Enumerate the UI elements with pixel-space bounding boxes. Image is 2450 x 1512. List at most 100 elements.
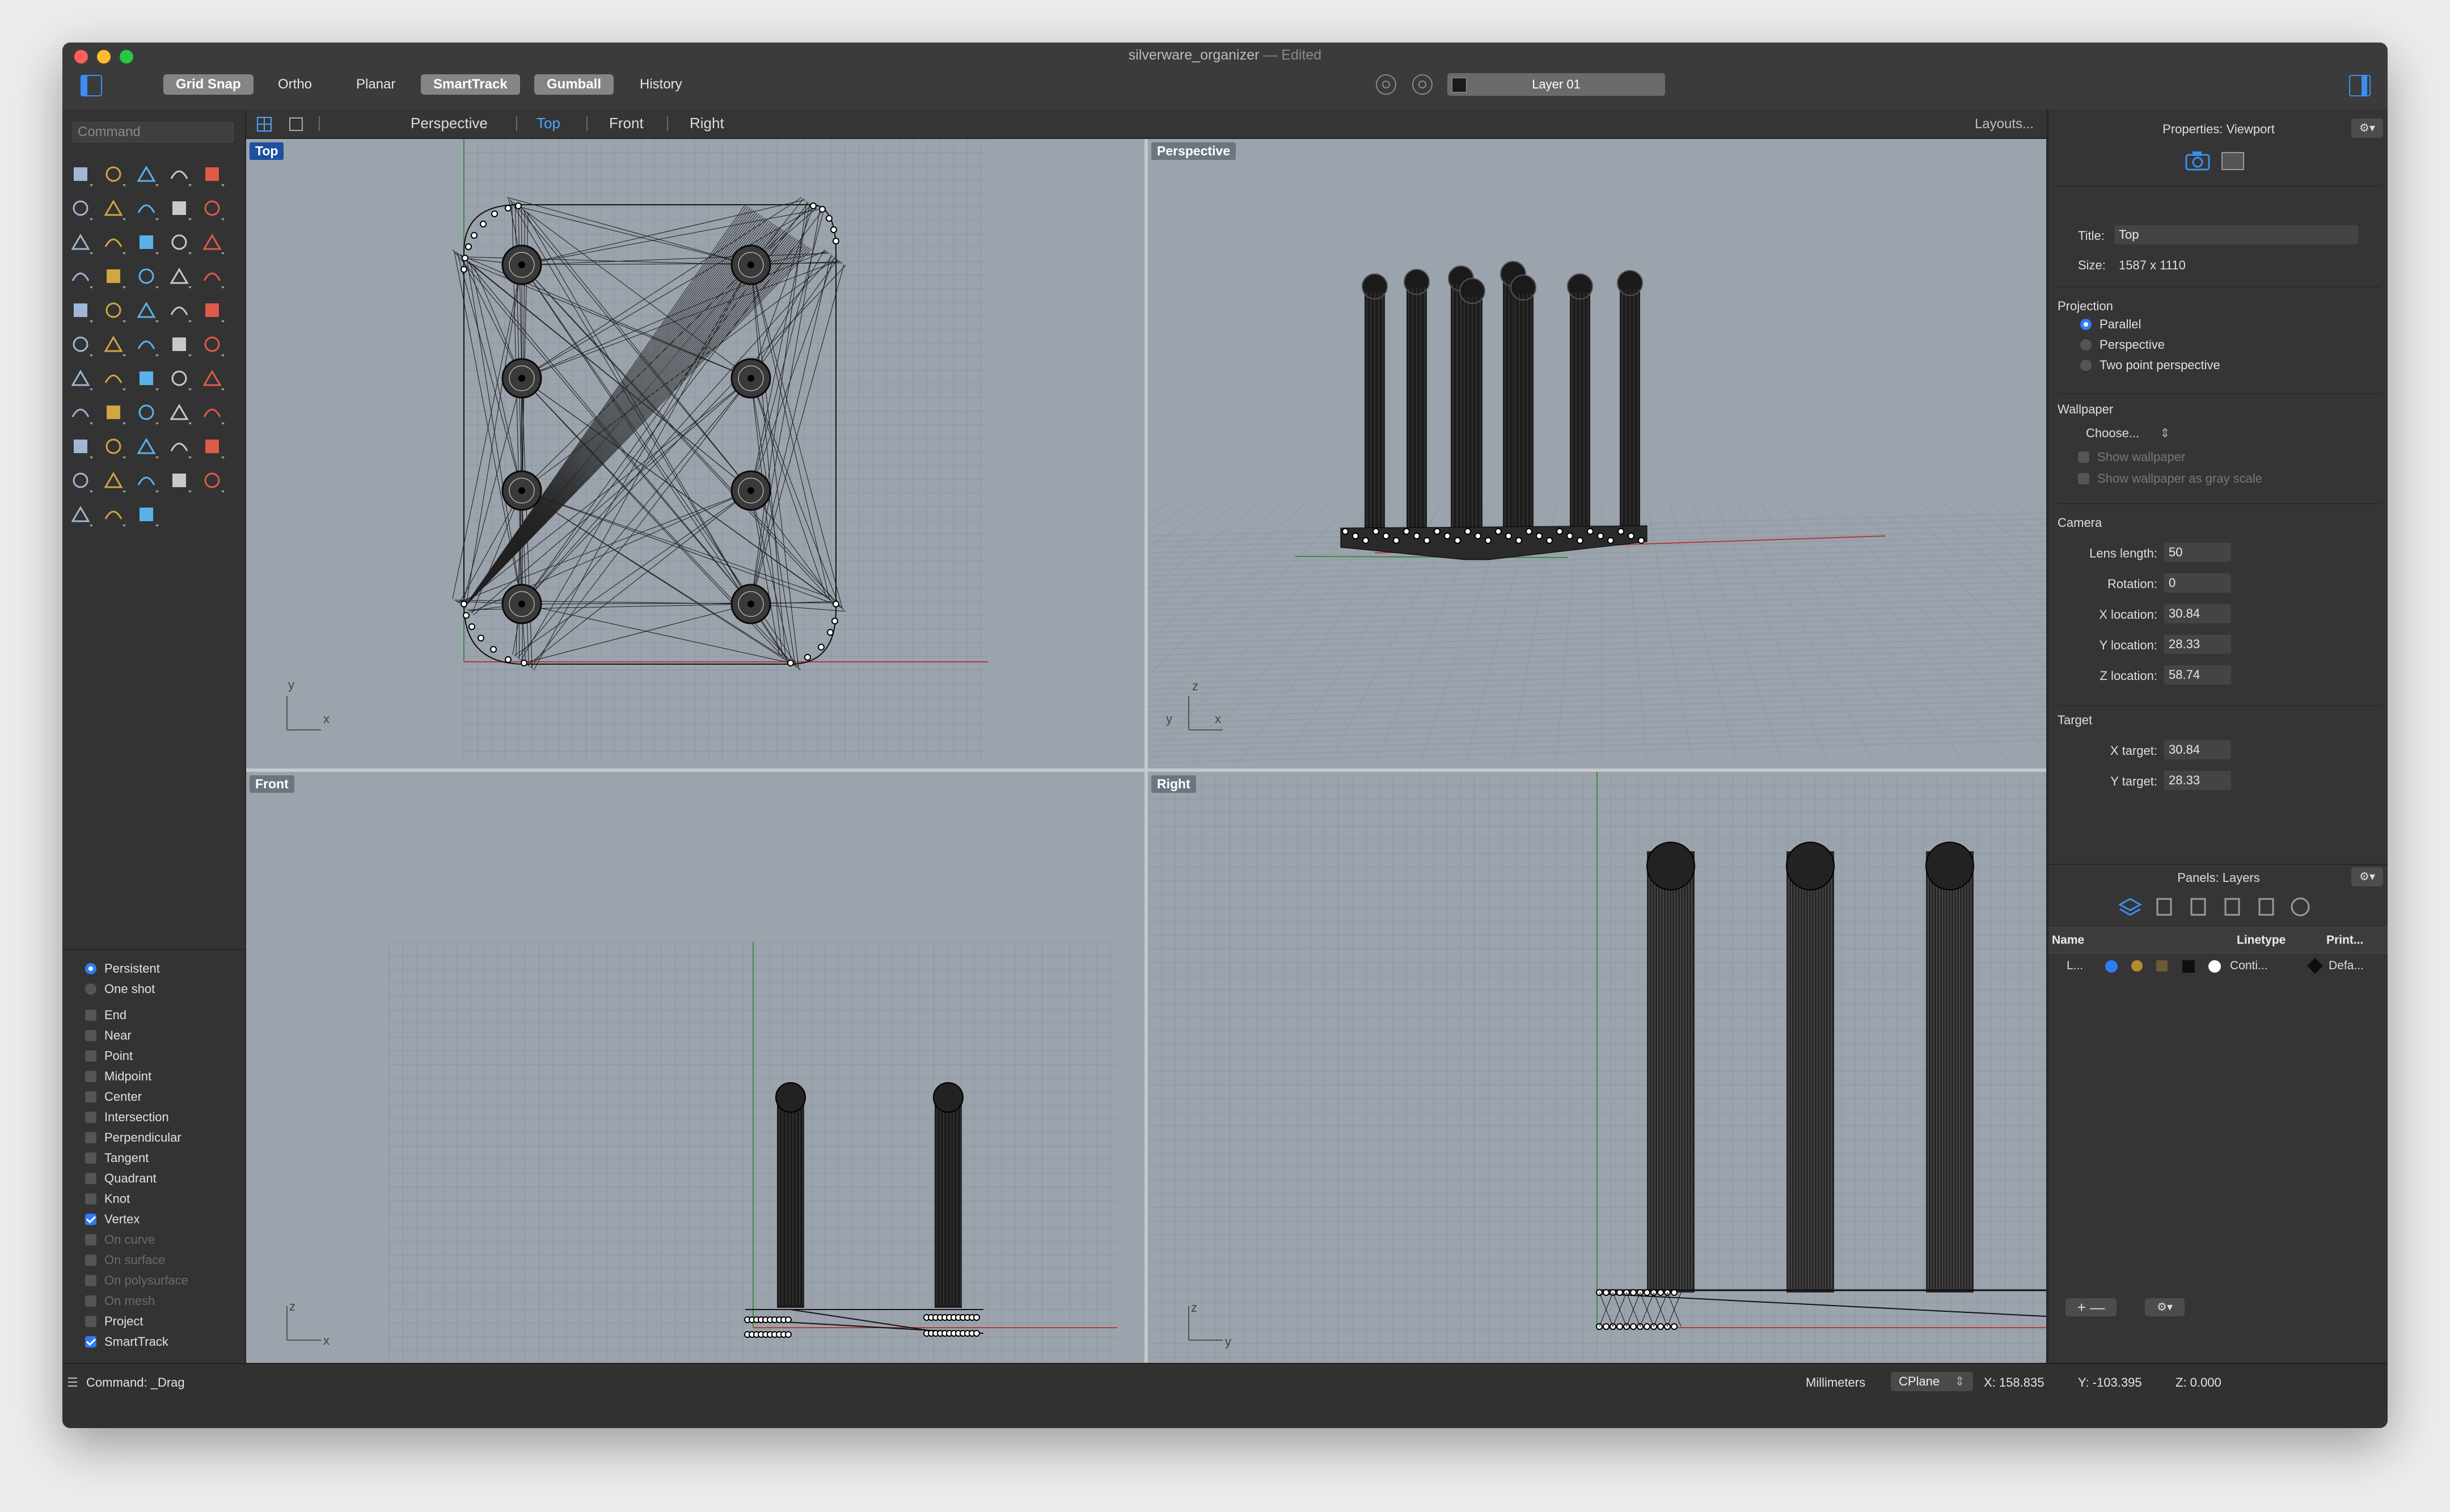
osnap-near-checkbox[interactable]: Near xyxy=(85,1027,132,1044)
text-icon[interactable] xyxy=(101,366,127,392)
join-icon[interactable] xyxy=(200,264,226,290)
zoom-window-icon[interactable] xyxy=(134,400,160,426)
array-icon[interactable] xyxy=(101,298,127,324)
record-history-icon[interactable] xyxy=(1376,74,1396,95)
osnap-knot-checkbox[interactable]: Knot xyxy=(85,1190,130,1207)
surface-icon[interactable] xyxy=(68,230,94,256)
help-tab-icon[interactable] xyxy=(2288,894,2313,919)
column-name[interactable]: Name xyxy=(2052,934,2084,947)
move-icon[interactable] xyxy=(167,298,193,324)
lock-icon[interactable] xyxy=(2156,960,2168,972)
notes-tab-icon[interactable] xyxy=(2220,894,2245,919)
command-history-icon[interactable]: ☰ xyxy=(67,1375,78,1390)
lightbulb-icon[interactable] xyxy=(2131,960,2143,972)
camera-field-value[interactable]: 28.33 xyxy=(2164,635,2231,654)
object-tab-icon[interactable] xyxy=(2186,894,2211,919)
osnap-on-curve-checkbox[interactable]: On curve xyxy=(85,1231,155,1248)
cylinder-icon[interactable] xyxy=(200,230,226,256)
environment-icon[interactable] xyxy=(200,468,226,494)
tab-right[interactable]: Right xyxy=(690,115,724,132)
projection-perspective-radio[interactable]: Perspective xyxy=(2080,336,2165,353)
split-icon[interactable] xyxy=(167,264,193,290)
layers-tab-icon[interactable] xyxy=(2118,894,2143,919)
color-wheel-icon[interactable] xyxy=(134,468,160,494)
viewport-perspective[interactable]: Perspective z y x xyxy=(1148,139,2046,768)
bulb-icon[interactable] xyxy=(200,434,226,460)
projection-parallel-radio[interactable]: Parallel xyxy=(2080,316,2141,333)
show-wallpaper-checkbox[interactable]: Show wallpaper xyxy=(2078,449,2185,466)
layer-print[interactable]: Defa... xyxy=(2329,959,2364,973)
copy-icon[interactable] xyxy=(200,298,226,324)
osnap-mode-one-shot[interactable]: One shot xyxy=(85,981,155,998)
layer-color-swatch[interactable] xyxy=(2182,960,2195,973)
sphere-icon[interactable] xyxy=(167,230,193,256)
osnap-vertex-checkbox[interactable]: Vertex xyxy=(85,1211,140,1228)
current-layer-selector[interactable]: Layer 01 xyxy=(1447,73,1665,96)
trim-icon[interactable] xyxy=(134,264,160,290)
pointer-arrow-icon[interactable] xyxy=(101,502,127,528)
fillet-icon[interactable] xyxy=(200,196,226,222)
units-label[interactable]: Millimeters xyxy=(1806,1375,1865,1390)
add-layer-button[interactable]: + — xyxy=(2065,1298,2117,1316)
single-viewport-icon[interactable] xyxy=(288,116,304,132)
properties-gear-icon[interactable]: ⚙▾ xyxy=(2351,119,2383,138)
history-toggle[interactable]: History xyxy=(627,74,695,95)
box-icon[interactable] xyxy=(134,196,160,222)
left-sidebar-toggle-icon[interactable] xyxy=(79,74,102,96)
tab-top[interactable]: Top xyxy=(537,115,560,132)
camera-field-value[interactable]: 50 xyxy=(2164,543,2231,562)
material-icon[interactable] xyxy=(2208,960,2221,973)
light-icon[interactable] xyxy=(134,434,160,460)
filter-icon[interactable] xyxy=(1412,74,1433,95)
osnap-tangent-checkbox[interactable]: Tangent xyxy=(85,1150,149,1167)
dimension-icon[interactable] xyxy=(134,366,160,392)
scale-icon[interactable] xyxy=(68,332,94,358)
display-mode-icon[interactable] xyxy=(2220,149,2246,172)
wallpaper-choose-dropdown[interactable]: Choose... ⇕ xyxy=(2086,426,2170,441)
command-input[interactable]: Command xyxy=(73,122,234,142)
osnap-midpoint-checkbox[interactable]: Midpoint xyxy=(85,1068,151,1085)
osnap-on-polysurface-checkbox[interactable]: On polysurface xyxy=(85,1272,188,1289)
osnap-on-mesh-checkbox[interactable]: On mesh xyxy=(85,1293,155,1310)
plane-icon[interactable] xyxy=(68,264,94,290)
display-tab-icon[interactable] xyxy=(2254,894,2279,919)
circle-icon[interactable] xyxy=(200,162,226,188)
arc-icon[interactable] xyxy=(167,196,193,222)
viewport-top[interactable]: Top y x xyxy=(246,139,1144,768)
render-icon[interactable] xyxy=(101,434,127,460)
ortho-toggle[interactable]: Ortho xyxy=(265,74,324,95)
sphere-shade-icon[interactable] xyxy=(68,502,94,528)
camera-field-value[interactable]: 30.84 xyxy=(2164,740,2231,759)
polyline-icon[interactable] xyxy=(101,196,127,222)
osnap-point-checkbox[interactable]: Point xyxy=(85,1048,133,1065)
group-icon[interactable] xyxy=(68,298,94,324)
four-viewports-icon[interactable] xyxy=(256,116,272,132)
point-icon[interactable] xyxy=(101,162,127,188)
ellipse-icon[interactable] xyxy=(68,196,94,222)
column-print[interactable]: Print... xyxy=(2326,934,2363,947)
osnap-smarttrack-checkbox[interactable]: SmartTrack xyxy=(85,1333,168,1350)
zoom-selected-icon[interactable] xyxy=(167,400,193,426)
explode-icon[interactable] xyxy=(101,264,127,290)
current-layer-icon[interactable] xyxy=(2105,960,2118,973)
rectangle-icon[interactable] xyxy=(167,162,193,188)
viewport-front[interactable]: Front z x xyxy=(246,772,1144,1363)
osnap-mode-persistent[interactable]: Persistent xyxy=(85,960,160,977)
gumball-icon[interactable] xyxy=(134,502,160,528)
layer-row[interactable]: L... Conti... Defa... xyxy=(2048,954,2388,977)
osnap-intersection-checkbox[interactable]: Intersection xyxy=(85,1109,169,1126)
camera-field-value[interactable]: 0 xyxy=(2164,573,2231,593)
print-color-icon[interactable] xyxy=(2307,957,2324,974)
gumball-toggle[interactable]: Gumball xyxy=(534,74,614,95)
viewport-right[interactable]: Right z y xyxy=(1148,772,2046,1363)
cplane-dropdown[interactable]: CPlane ⇕ xyxy=(1891,1372,1973,1391)
layer-options-gear-icon[interactable]: ⚙▾ xyxy=(2145,1298,2185,1316)
grid-snap-toggle[interactable]: Grid Snap xyxy=(163,74,254,95)
lock-icon[interactable] xyxy=(68,468,94,494)
rotate-icon[interactable] xyxy=(101,332,127,358)
camera-field-value[interactable]: 58.74 xyxy=(2164,665,2231,685)
osnap-project-checkbox[interactable]: Project xyxy=(85,1313,143,1330)
curve-icon[interactable] xyxy=(134,162,160,188)
mirror-icon[interactable] xyxy=(134,298,160,324)
tab-front[interactable]: Front xyxy=(609,115,644,132)
